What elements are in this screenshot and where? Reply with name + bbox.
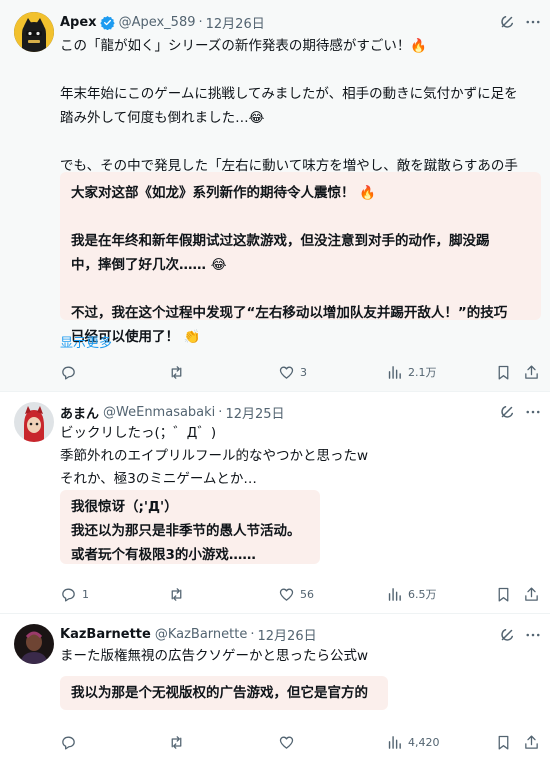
share-button[interactable] (523, 362, 540, 382)
bookmark-button[interactable] (495, 584, 512, 604)
display-name[interactable]: あまん (60, 403, 99, 422)
timestamp[interactable]: 12月26日 (258, 625, 317, 644)
views-button[interactable]: 6.5万 (386, 584, 437, 604)
bookmark-button[interactable] (495, 732, 512, 752)
timestamp[interactable]: 12月25日 (225, 403, 284, 422)
views-button[interactable]: 4,420 (386, 732, 440, 752)
like-count: 56 (300, 587, 314, 601)
action-bar: 3 2.1万 (0, 362, 550, 382)
display-name[interactable]: Apex (60, 15, 97, 30)
tweet-header: KazBarnette @KazBarnette · 12月26日 (60, 624, 317, 644)
views-button[interactable]: 2.1万 (386, 362, 437, 382)
views-icon (388, 587, 401, 601)
reply-button[interactable]: 1 (60, 584, 89, 604)
separator-dot: · (218, 404, 223, 420)
like-button[interactable]: 3 (278, 362, 307, 382)
separator-dot: · (250, 626, 255, 642)
tweet-text: ビックリしたっ(；゛Д゛) 季節外れのエイプリルフール的なやつかと思ったw それ… (60, 425, 369, 487)
handle[interactable]: @KazBarnette (155, 627, 248, 642)
bookmark-icon (498, 587, 509, 602)
tweet-aman[interactable]: あまん @WeEnmasabaki · 12月25日 ビックリしたっ(；゛Д゛)… (0, 391, 550, 613)
reply-icon (62, 736, 75, 750)
bookmark-button[interactable] (495, 362, 512, 382)
avatar[interactable] (14, 12, 54, 52)
views-icon (388, 735, 401, 749)
share-icon (525, 734, 538, 749)
reply-button[interactable] (60, 362, 82, 382)
views-count: 2.1万 (408, 366, 437, 379)
tweet-header: あまん @WeEnmasabaki · 12月25日 (60, 402, 285, 422)
more-icon[interactable] (524, 626, 542, 644)
action-bar: 4,420 (0, 732, 550, 752)
grok-icon[interactable] (498, 403, 516, 421)
bookmark-icon (498, 735, 509, 750)
views-icon (388, 365, 401, 379)
retweet-button[interactable] (168, 732, 190, 752)
like-button[interactable] (278, 732, 300, 752)
translation-box: 大家对这部《如龙》系列新作的期待令人震惊！ 🔥 我是在年终和新年假期试过这款游戏… (60, 172, 541, 345)
translation-box: 我以为那是个无视版权的广告游戏，但它是官方的 (60, 676, 388, 710)
like-icon (279, 366, 294, 379)
views-count: 4,420 (408, 735, 440, 749)
timestamp[interactable]: 12月26日 (206, 13, 265, 32)
reply-icon (62, 366, 75, 380)
avatar[interactable] (14, 624, 54, 664)
display-name[interactable]: KazBarnette (60, 627, 151, 642)
views-count: 6.5万 (408, 588, 437, 601)
tweet-apex[interactable]: Apex @Apex_589 · 12月26日 この「龍が如く」シリーズの新作発… (0, 0, 550, 391)
tweet-text: まーた版権無視の広告クソゲーかと思ったら公式w (60, 648, 369, 664)
share-icon (525, 364, 538, 379)
share-icon (525, 586, 538, 601)
retweet-button[interactable] (168, 362, 190, 382)
reply-count: 1 (82, 587, 89, 601)
show-more-link[interactable]: 显示更多 (60, 332, 112, 351)
retweet-icon (171, 587, 182, 601)
tweet-header: Apex @Apex_589 · 12月26日 (60, 12, 265, 32)
translation-box: 我很惊讶（;'Д'） 我还以为那只是非季节的愚人节活动。 或者玩个有极限3的小游… (60, 490, 320, 564)
more-icon[interactable] (524, 403, 542, 421)
retweet-icon (171, 365, 182, 379)
handle[interactable]: @WeEnmasabaki (103, 405, 215, 420)
like-button[interactable]: 56 (278, 584, 314, 604)
reply-icon (62, 588, 75, 602)
grok-icon[interactable] (498, 13, 516, 31)
like-icon (279, 736, 294, 749)
separator-dot: · (198, 14, 203, 30)
retweet-icon (171, 735, 182, 749)
handle[interactable]: @Apex_589 (119, 15, 196, 30)
like-count: 3 (300, 365, 307, 379)
bookmark-icon (498, 365, 509, 380)
avatar[interactable] (14, 402, 54, 442)
tweet-kazbarnette[interactable]: KazBarnette @KazBarnette · 12月26日 まーた版権無… (0, 613, 550, 757)
action-bar: 1 56 6.5万 (0, 584, 550, 604)
more-icon[interactable] (524, 13, 542, 31)
share-button[interactable] (523, 584, 540, 604)
share-button[interactable] (523, 732, 540, 752)
verified-badge-icon (99, 15, 115, 30)
grok-icon[interactable] (498, 626, 516, 644)
reply-button[interactable] (60, 732, 82, 752)
retweet-button[interactable] (168, 584, 190, 604)
like-icon (279, 588, 294, 601)
